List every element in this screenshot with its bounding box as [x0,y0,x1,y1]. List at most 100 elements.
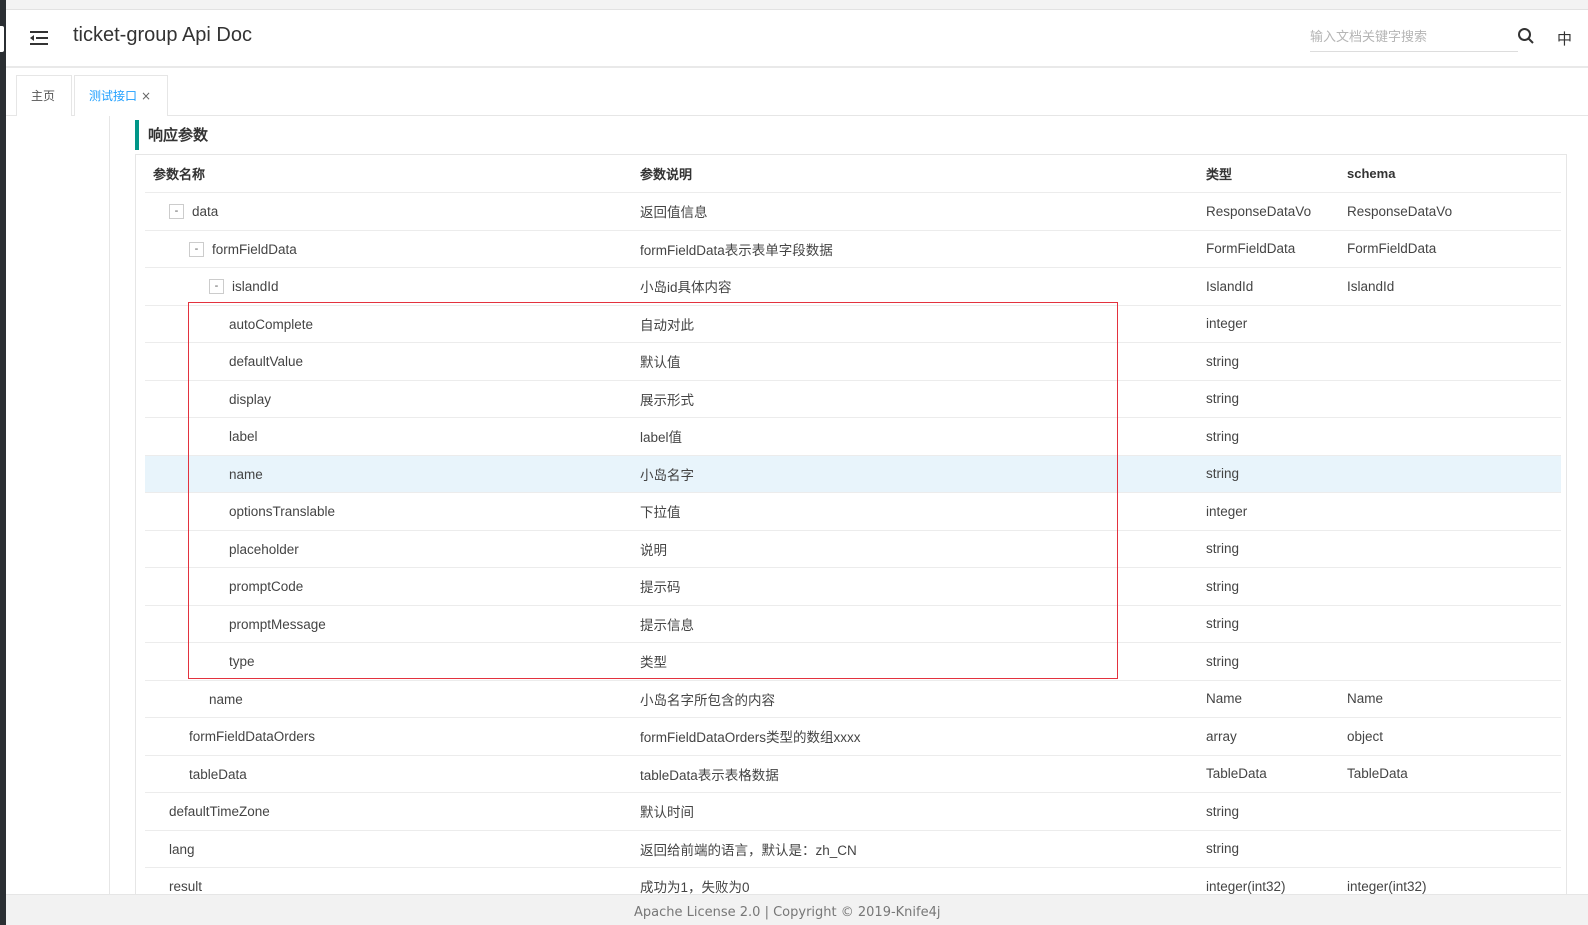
cell-param-type: integer(int32) [1206,867,1347,894]
language-switch[interactable]: 中 [1557,28,1572,49]
cell-param-schema [1347,417,1561,456]
cell-param-type: string [1206,530,1347,568]
param-name-text: label [229,429,258,445]
cell-param-desc: formFieldData表示表单字段数据 [640,230,1206,268]
table-row: display 展示形式 string [145,380,1561,418]
collapse-toggle-icon[interactable]: - [169,204,184,220]
cell-param-desc: 小岛id具体内容 [640,267,1206,306]
col-header-schema: schema [1347,155,1561,193]
cell-param-schema [1347,642,1561,681]
param-name-text: result [169,879,203,894]
cell-param-schema: TableData [1347,755,1561,793]
cell-param-name: lang [145,830,640,868]
cell-param-type: integer [1206,305,1347,343]
cell-param-schema: object [1347,717,1561,756]
cell-param-desc: 小岛名字 [640,455,1206,493]
cell-param-type: IslandId [1206,267,1347,306]
cell-param-type: string [1206,417,1347,456]
param-name-text: defaultTimeZone [169,804,270,820]
cell-param-name: name [145,680,640,718]
table-row: defaultTimeZone 默认时间 string [145,792,1561,831]
main-content: 响应参数 参数名称 参数说明 类型 schema - data 返回值信息 Respo… [111,116,1588,894]
cell-param-name: result [145,867,640,894]
cell-param-schema [1347,492,1561,531]
edge-handle[interactable] [0,26,4,52]
close-icon[interactable]: × [141,89,151,103]
cell-param-desc: 返回值信息 [640,192,1206,231]
table-row: name 小岛名字 string [145,455,1561,493]
footer: Apache License 2.0 | Copyright © 2019-Kn… [6,894,1588,925]
cell-param-type: string [1206,642,1347,681]
table-row: - formFieldData formFieldData表示表单字段数据 FormF… [145,230,1561,268]
cell-param-name: placeholder [145,530,640,568]
table-row: optionsTranslable 下拉值 integer [145,492,1561,531]
param-name-text: promptMessage [229,616,326,632]
param-name-text: lang [169,841,195,857]
table-header-row: 参数名称 参数说明 类型 schema [145,155,1561,193]
param-name-text: name [229,466,263,482]
cell-param-name: - islandId [145,267,640,306]
cell-param-schema [1347,605,1561,643]
cell-param-desc: 提示码 [640,567,1206,606]
table-row: type 类型 string [145,642,1561,681]
param-name-text: islandId [232,279,279,295]
search-icon[interactable] [1517,27,1535,45]
cell-param-type: TableData [1206,755,1347,793]
col-header-desc: 参数说明 [640,155,1206,193]
param-name-text: name [209,691,243,707]
collapse-toggle-icon[interactable]: - [189,241,204,257]
cell-param-schema [1347,455,1561,493]
menu-fold-icon[interactable] [28,28,50,48]
tab-home[interactable]: 主页 [16,75,72,116]
cell-param-desc: 自动对此 [640,305,1206,343]
cell-param-desc: tableData表示表格数据 [640,755,1206,793]
cell-param-name: formFieldDataOrders [145,717,640,756]
tab-bar: 主页 测试接口 × [6,70,1588,117]
cell-param-type: string [1206,342,1347,381]
cell-param-type: string [1206,380,1347,418]
param-name-text: data [192,204,219,220]
cell-param-name: tableData [145,755,640,793]
cell-param-desc: 下拉值 [640,492,1206,531]
cell-param-name: defaultTimeZone [145,792,640,831]
table-row: promptMessage 提示信息 string [145,605,1561,643]
param-name-text: optionsTranslable [229,504,336,520]
cell-param-name: promptCode [145,567,640,606]
col-header-type: 类型 [1206,155,1347,193]
cell-param-name: promptMessage [145,605,640,643]
cell-param-type: integer [1206,492,1347,531]
table-row: autoComplete 自动对此 integer [145,305,1561,343]
cell-param-name: - formFieldData [145,230,640,268]
param-name-text: type [229,654,255,670]
app-title: ticket-group Api Doc [73,24,252,46]
cell-param-desc: 提示信息 [640,605,1206,643]
table-row: result 成功为1，失败为0 integer(int32) integer(int… [145,867,1561,894]
collapse-toggle-icon[interactable]: - [209,279,224,295]
cell-param-desc: formFieldDataOrders类型的数组xxxx [640,717,1206,756]
cell-param-name: name [145,455,640,493]
param-name-text: autoComplete [229,316,314,332]
table-row: - islandId 小岛id具体内容 IslandId IslandId [145,267,1561,306]
cell-param-name: optionsTranslable [145,492,640,531]
cell-param-schema [1347,830,1561,868]
tab-test-api[interactable]: 测试接口 × [74,75,168,117]
table-row: promptCode 提示码 string [145,567,1561,606]
cell-param-schema [1347,380,1561,418]
cell-param-schema [1347,342,1561,381]
table-row: defaultValue 默认值 string [145,342,1561,381]
cell-param-schema: FormFieldData [1347,230,1561,268]
cell-param-desc: 默认值 [640,342,1206,381]
app-header: ticket-group Api Doc 中 [6,10,1588,68]
table-row: lang 返回给前端的语言，默认是：zh_CN string [145,830,1561,868]
table-row: - data 返回值信息 ResponseDataVo ResponseDataVo [145,192,1561,231]
tab-home-label: 主页 [31,89,56,103]
cell-param-type: FormFieldData [1206,230,1347,268]
cell-param-desc: 说明 [640,530,1206,568]
search-input[interactable] [1310,24,1518,52]
cell-param-type: array [1206,717,1347,756]
param-name-text: defaultValue [229,354,304,370]
cell-param-name: defaultValue [145,342,640,381]
param-name-text: tableData [189,766,247,782]
cell-param-type: string [1206,455,1347,493]
table-body: - data 返回值信息 ResponseDataVo ResponseDataVo - f… [145,192,1561,894]
